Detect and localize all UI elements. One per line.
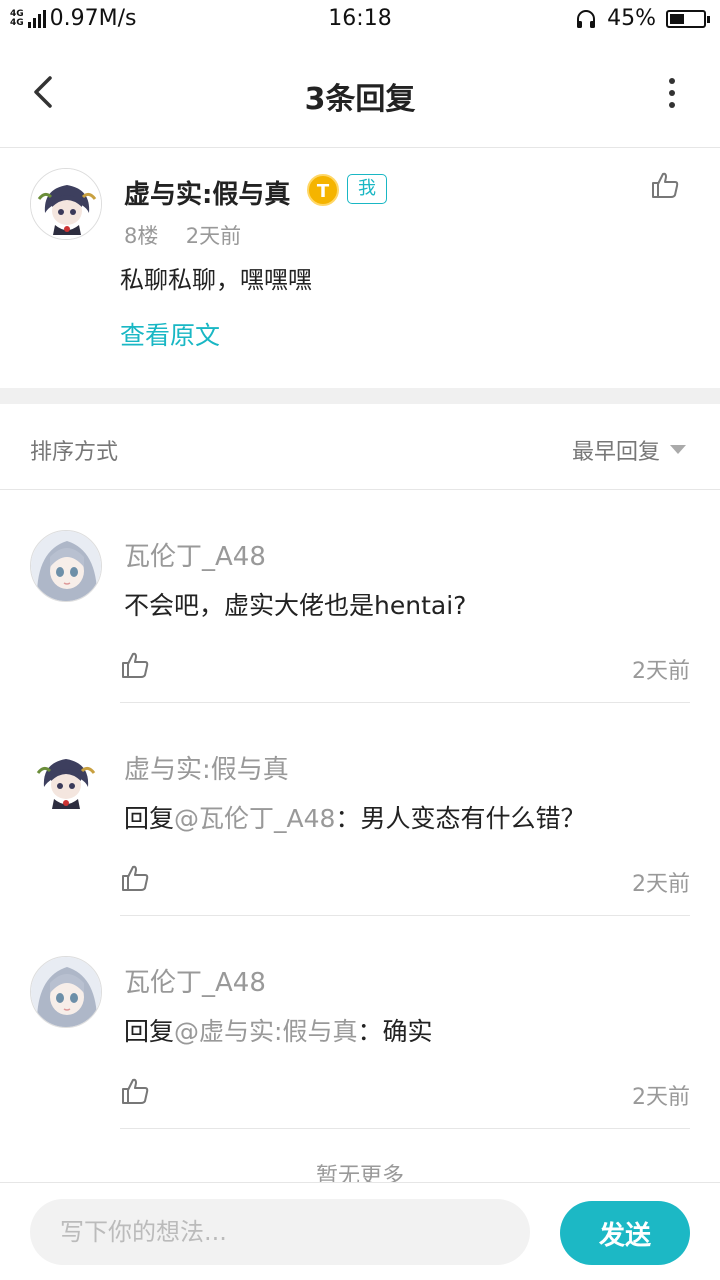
thumbs-up-icon[interactable] [120, 1076, 150, 1106]
no-more-hint: 暂无更多 [315, 1164, 404, 1182]
status-bar: 4G 4G 0.97M/s 16:18 45% [0, 0, 720, 38]
page-title: 3条回复 [304, 82, 416, 117]
reply-mention[interactable]: @瓦伦丁_A48 [174, 804, 335, 833]
anime-girl-avatar-icon [31, 531, 101, 601]
reply-body: ：男人变态有什么错？ [335, 804, 586, 833]
reply-time: 2天前 [632, 659, 690, 684]
reply-time: 2天前 [632, 1085, 690, 1110]
send-button[interactable]: 发送 [560, 1201, 690, 1265]
comment-bar: 发送 [0, 1182, 720, 1280]
me-badge: 我 [347, 174, 387, 204]
thumbs-up-icon[interactable] [650, 170, 680, 200]
reply-text: 回复@瓦伦丁_A48：男人变态有什么错？ [124, 799, 585, 835]
reply-item: 瓦伦丁_A48 不会吧，虚实大佬也是hentai? 2天前 [0, 490, 720, 703]
level-badge: T [307, 174, 339, 206]
headphones-icon [577, 9, 596, 28]
floor-number: 8楼 [124, 224, 159, 248]
anime-dark-hair-avatar-icon [31, 169, 101, 239]
avatar[interactable] [30, 530, 102, 602]
original-comment: 虚与实:假与真 T 我 8楼 2天前 私聊私聊，嘿嘿嘿 查看原文 [0, 148, 720, 388]
post-time: 2天前 [185, 224, 242, 248]
battery-fill [670, 13, 684, 24]
author-name[interactable]: 虚与实:假与真 [124, 174, 290, 211]
avatar[interactable] [30, 743, 102, 815]
thumbs-up-icon[interactable] [120, 650, 150, 680]
comment-input[interactable] [30, 1199, 530, 1265]
divider [120, 1128, 690, 1129]
thumbs-up-icon[interactable] [120, 863, 150, 893]
reply-time: 2天前 [632, 872, 690, 897]
reply-item: 瓦伦丁_A48 回复@虚与实:假与真：确实 2天前 [0, 916, 720, 1129]
reply-item: 虚与实:假与真 回复@瓦伦丁_A48：男人变态有什么错？ 2天前 [0, 703, 720, 916]
reply-prefix: 回复 [124, 1017, 175, 1046]
reply-text: 回复@虚与实:假与真：确实 [124, 1012, 432, 1048]
anime-dark-hair-avatar-icon [30, 743, 102, 815]
post-text: 私聊私聊，嘿嘿嘿 [120, 266, 312, 294]
anime-girl-avatar-icon [31, 957, 101, 1027]
reply-mention[interactable]: @虚与实:假与真 [174, 1017, 357, 1046]
reply-author[interactable]: 虚与实:假与真 [124, 749, 289, 786]
avatar[interactable] [30, 956, 102, 1028]
more-vertical-icon[interactable] [668, 78, 676, 108]
status-right: 45% [575, 6, 710, 31]
sort-label: 排序方式 [30, 440, 119, 465]
battery-icon [666, 9, 710, 28]
reply-prefix: 回复 [124, 804, 175, 833]
top-nav-bar: 3条回复 [0, 38, 720, 148]
caret-down-icon[interactable] [670, 445, 686, 454]
section-divider [0, 388, 720, 404]
reply-author[interactable]: 瓦伦丁_A48 [124, 536, 266, 573]
reply-text: 不会吧，虚实大佬也是hentai? [124, 586, 466, 622]
reply-body: ：确实 [357, 1017, 433, 1046]
sort-bar: 排序方式 最早回复 [0, 404, 720, 490]
sort-dropdown[interactable]: 最早回复 [572, 434, 660, 466]
avatar[interactable] [30, 168, 102, 240]
reply-body: 不会吧，虚实大佬也是hentai? [124, 591, 467, 620]
post-meta: 8楼 2天前 [124, 220, 241, 250]
view-original-link[interactable]: 查看原文 [120, 316, 220, 352]
battery-percent: 45% [607, 6, 656, 31]
reply-author[interactable]: 瓦伦丁_A48 [124, 962, 266, 999]
